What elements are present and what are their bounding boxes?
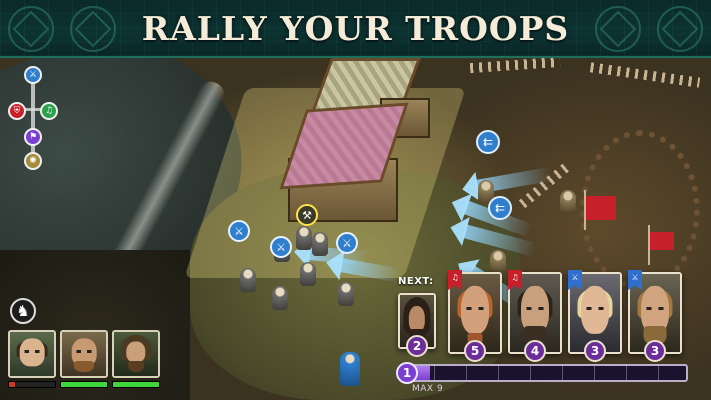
squad-panel <box>8 330 160 388</box>
energy-seg <box>562 366 563 380</box>
energy-seg <box>530 366 531 380</box>
enemy-soldier[interactable] <box>560 190 576 214</box>
unit-card[interactable]: ⚔ 3 <box>568 270 622 362</box>
enemy-soldier[interactable] <box>490 250 506 274</box>
page-title: RALLY YOUR TROOPS <box>141 8 570 48</box>
energy-seg <box>434 366 435 380</box>
knot-ornament-icon <box>657 6 703 52</box>
order-wheel[interactable]: ⚔ ⛨ ♫ ⚑ ✺ <box>6 64 60 176</box>
energy-seg <box>498 366 499 380</box>
health-bar <box>112 381 160 388</box>
unit-cost: 3 <box>644 340 666 362</box>
banner-icon[interactable]: ⚑ <box>24 128 42 146</box>
unit-card[interactable]: ⚔ 3 <box>628 270 682 362</box>
soldier[interactable] <box>312 232 328 256</box>
spear-order-marker[interactable]: ⇇ <box>476 130 500 154</box>
sword-order-marker[interactable]: ⚔ <box>336 232 358 254</box>
soldier[interactable] <box>300 262 316 286</box>
next-unit-card: 2 <box>398 293 436 357</box>
red-flag <box>586 196 616 220</box>
soldier[interactable] <box>296 226 312 250</box>
soldier[interactable] <box>272 286 288 310</box>
unit-cost: 5 <box>464 340 486 362</box>
energy-seg <box>658 366 659 380</box>
unit-cost: 2 <box>406 335 428 357</box>
health-bar <box>60 381 108 388</box>
health-fill <box>113 382 159 387</box>
unit-cost: 3 <box>584 340 606 362</box>
unit-cost: 4 <box>524 340 546 362</box>
horn-icon[interactable]: ♫ <box>40 102 58 120</box>
warrior-woman-portrait <box>10 332 54 376</box>
horse-icon[interactable]: ♞ <box>10 298 36 324</box>
health-fill <box>61 382 107 387</box>
knot-ornament-icon <box>70 6 116 52</box>
knot-ornament-icon <box>595 6 641 52</box>
unit-card[interactable]: ♫ 5 <box>448 270 502 362</box>
hooded-archer-portrait <box>114 332 158 376</box>
red-flag <box>650 232 674 250</box>
energy-seg <box>626 366 627 380</box>
energy-max-label: MAX 9 <box>412 384 444 394</box>
unit-card[interactable]: ♫ 4 <box>508 270 562 362</box>
energy-bar <box>400 364 688 382</box>
squad-portrait-bearded-warrior[interactable] <box>60 330 108 388</box>
soldier[interactable] <box>240 268 256 292</box>
squad-portrait-warrior-woman[interactable] <box>8 330 56 388</box>
next-label: NEXT: <box>398 276 434 287</box>
cavalry-unit[interactable] <box>340 352 360 386</box>
fence <box>469 56 561 74</box>
bearded-warrior-portrait <box>62 332 106 376</box>
energy-seg <box>594 366 595 380</box>
squad-portrait-hooded-archer[interactable] <box>112 330 160 388</box>
health-fill <box>9 382 15 387</box>
sword-order-marker[interactable]: ⚔ <box>270 236 292 258</box>
health-bar <box>8 381 56 388</box>
soldier[interactable] <box>338 282 354 306</box>
axe-order-marker[interactable]: ⚒ <box>296 204 318 226</box>
sword-order-marker[interactable]: ⚔ <box>228 220 250 242</box>
energy-seg <box>466 366 467 380</box>
knot-ornament-icon <box>8 6 54 52</box>
longhouse-main <box>258 98 409 228</box>
sword-icon[interactable]: ⚔ <box>24 66 42 84</box>
title-banner: RALLY YOUR TROOPS <box>0 0 711 58</box>
energy-count: 1 <box>396 362 418 384</box>
spear-order-marker[interactable]: ⇇ <box>488 196 512 220</box>
rune-icon[interactable]: ✺ <box>24 152 42 170</box>
shield-icon[interactable]: ⛨ <box>8 102 26 120</box>
fence <box>589 62 701 88</box>
